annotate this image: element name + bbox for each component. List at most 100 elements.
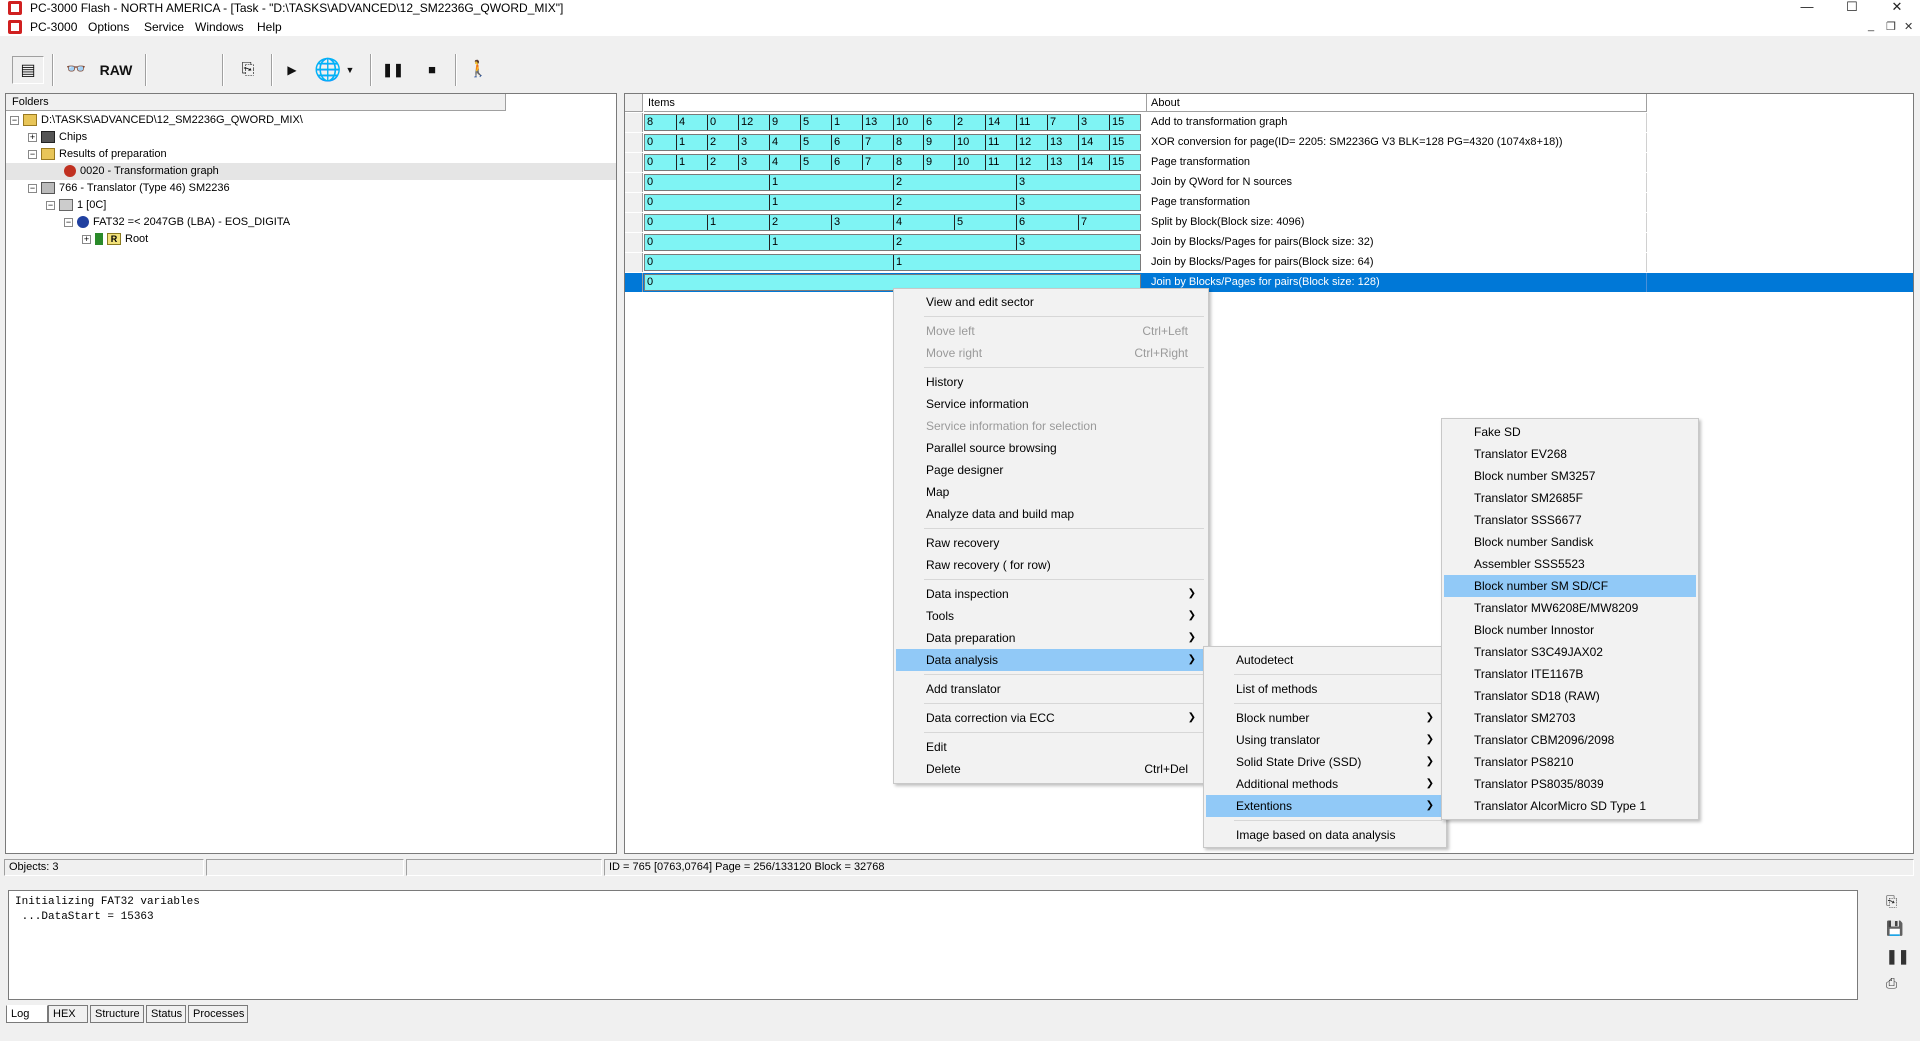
item-cell[interactable]: 6 [1016, 215, 1078, 230]
item-cell[interactable]: 1 [707, 215, 769, 230]
menu-windows[interactable]: Windows [195, 20, 244, 34]
item-cell[interactable]: 1 [769, 235, 893, 250]
item-cell[interactable]: 3 [738, 155, 769, 170]
minimize-button[interactable]: — [1784, 0, 1830, 17]
tree-expander[interactable]: − [28, 183, 37, 193]
item-cell[interactable]: 4 [893, 215, 955, 230]
export-icon[interactable]: ⎘ [232, 56, 264, 84]
tree-expander[interactable]: − [46, 200, 55, 210]
menu-item-service-information[interactable]: Service information [896, 393, 1206, 415]
items-cell-group[interactable]: 0 1 2 3 4 5 6 7 8 9 10 11 12 13 14 15 [644, 154, 1141, 171]
items-column-header[interactable]: Items [644, 94, 1147, 112]
menu-item-extension[interactable]: Translator PS8210 [1444, 751, 1696, 773]
exit-icon[interactable]: 🚶 [462, 56, 494, 84]
tree-item-fat32[interactable]: − FAT32 =< 2047GB (LBA) - EOS_DIGITA [64, 214, 290, 231]
menu-item-edit[interactable]: Edit [896, 736, 1206, 758]
item-cell[interactable]: 3 [738, 135, 769, 150]
item-cell[interactable]: 5 [800, 155, 831, 170]
menu-item-autodetect[interactable]: Autodetect [1206, 649, 1444, 671]
menu-item-ssd[interactable]: Solid State Drive (SSD) ❯ [1206, 751, 1444, 773]
tree-item-results[interactable]: − Results of preparation [28, 146, 167, 163]
item-cell[interactable]: 2 [954, 115, 985, 130]
item-cell[interactable]: 1 [769, 195, 893, 210]
item-cell[interactable]: 3 [831, 215, 893, 230]
menu-item-data-analysis[interactable]: Data analysis ❯ [896, 649, 1206, 671]
tree-item-transformation-graph[interactable]: 0020 - Transformation graph [6, 163, 616, 180]
close-button[interactable]: ✕ [1874, 0, 1920, 17]
items-cell-group[interactable]: 01 [644, 254, 1141, 271]
tab-status[interactable]: Status [146, 1005, 186, 1023]
item-cell[interactable]: 14 [1078, 135, 1109, 150]
tree-item-partition[interactable]: − 1 [0C] [46, 197, 106, 214]
item-cell[interactable]: 9 [923, 155, 954, 170]
copy-log-icon[interactable]: ⎘ [1886, 893, 1897, 910]
stop-icon[interactable]: ■ [416, 56, 448, 84]
about-column-header[interactable]: About [1147, 94, 1647, 112]
item-cell[interactable]: 6 [831, 135, 862, 150]
item-cell[interactable]: 0 [645, 255, 893, 270]
menu-item-list-of-methods[interactable]: List of methods [1206, 678, 1444, 700]
menu-item-using-translator[interactable]: Using translator ❯ [1206, 729, 1444, 751]
item-cell[interactable]: 0 [645, 215, 707, 230]
chevron-down-icon[interactable]: ▼ [343, 56, 357, 84]
item-cell[interactable]: 3 [1016, 235, 1140, 250]
item-cell[interactable]: 12 [738, 115, 769, 130]
menu-item-tools[interactable]: Tools ❯ [896, 605, 1206, 627]
item-cell[interactable]: 2 [893, 195, 1017, 210]
grid-row[interactable]: 0 Join by Blocks/Pages for pairs(Block si… [625, 273, 1913, 292]
item-cell[interactable]: 7 [862, 135, 893, 150]
about-cell[interactable]: Join by Blocks/Pages for pairs(Block siz… [1147, 233, 1647, 252]
grid-row[interactable]: 0 1 2 3 Join by QWord for N sources [625, 173, 1913, 192]
menu-item-extension[interactable]: Translator SM2685F [1444, 487, 1696, 509]
item-cell[interactable]: 2 [769, 215, 831, 230]
tab-processes[interactable]: Processes [188, 1005, 248, 1023]
item-cell[interactable]: 13 [1047, 135, 1078, 150]
app-menu-icon[interactable] [8, 20, 22, 34]
grid-row[interactable]: 0 1 2 3 Page transformation [625, 193, 1913, 212]
pause-log-icon[interactable]: ❚❚ [1886, 948, 1909, 965]
log-output[interactable]: Initializing FAT32 variables ...DataStar… [8, 890, 1858, 1000]
item-cell[interactable]: 5 [800, 135, 831, 150]
item-cell[interactable]: 4 [769, 155, 800, 170]
tree-item-translator[interactable]: − 766 - Translator (Type 46) SM2236 [28, 180, 230, 197]
item-cell[interactable]: 13 [1047, 155, 1078, 170]
menu-item-data-inspection[interactable]: Data inspection ❯ [896, 583, 1206, 605]
tree-expander[interactable]: + [82, 234, 91, 244]
tree-expander[interactable]: + [28, 132, 37, 142]
item-cell[interactable]: 7 [1047, 115, 1078, 130]
menu-item-move-right[interactable]: Move right Ctrl+Right [896, 342, 1206, 364]
menu-item-extension[interactable]: Translator ITE1167B [1444, 663, 1696, 685]
items-cell-group[interactable]: 0123 [644, 174, 1141, 191]
menu-item-data-correction-ecc[interactable]: Data correction via ECC ❯ [896, 707, 1206, 729]
binoculars-icon[interactable]: 👓 [60, 56, 92, 84]
menu-item-extension[interactable]: Block number Sandisk [1444, 531, 1696, 553]
menu-item-extension[interactable]: Block number SM SD/CF [1444, 575, 1696, 597]
menu-item-move-left[interactable]: Move left Ctrl+Left [896, 320, 1206, 342]
item-cell[interactable]: 11 [1016, 115, 1047, 130]
item-cell[interactable]: 10 [893, 115, 924, 130]
menu-item-extension[interactable]: Translator SD18 (RAW) [1444, 685, 1696, 707]
items-cell-group[interactable]: 01234567 [644, 214, 1141, 231]
about-cell[interactable]: Join by QWord for N sources [1147, 173, 1647, 192]
grid-row[interactable]: 0 1 2 3 4 5 6 7 8 9 10 11 12 13 14 15 XOR conversion for… [625, 133, 1913, 152]
menu-item-raw-recovery-row[interactable]: Raw recovery ( for row) [896, 554, 1206, 576]
menu-item-extension[interactable]: Translator CBM2096/2098 [1444, 729, 1696, 751]
play-icon[interactable]: ▶ [276, 56, 308, 84]
item-cell[interactable]: 0 [645, 155, 676, 170]
menu-item-map[interactable]: Map [896, 481, 1206, 503]
items-cell-group[interactable]: 0 1 2 3 4 5 6 7 8 9 10 11 12 13 14 15 [644, 134, 1141, 151]
about-cell[interactable]: XOR conversion for page(ID= 2205: SM2236… [1147, 133, 1647, 152]
menu-item-extension[interactable]: Block number SM3257 [1444, 465, 1696, 487]
menu-item-analyze-build-map[interactable]: Analyze data and build map [896, 503, 1206, 525]
item-cell[interactable]: 0 [645, 235, 769, 250]
item-cell[interactable]: 0 [707, 115, 738, 130]
menu-item-service-info-selection[interactable]: Service information for selection [896, 415, 1206, 437]
item-cell[interactable]: 12 [1016, 135, 1047, 150]
tab-hex[interactable]: HEX [48, 1005, 88, 1023]
item-cell[interactable]: 6 [923, 115, 954, 130]
item-cell[interactable]: 11 [985, 155, 1016, 170]
grid-row[interactable]: 0 1 2 3 4 5 6 7 8 9 10 11 12 13 14 15 Page transformatio… [625, 153, 1913, 172]
item-cell[interactable]: 15 [1109, 115, 1140, 130]
item-cell[interactable]: 3 [1078, 115, 1109, 130]
globe-icon[interactable]: 🌐 [312, 56, 344, 84]
